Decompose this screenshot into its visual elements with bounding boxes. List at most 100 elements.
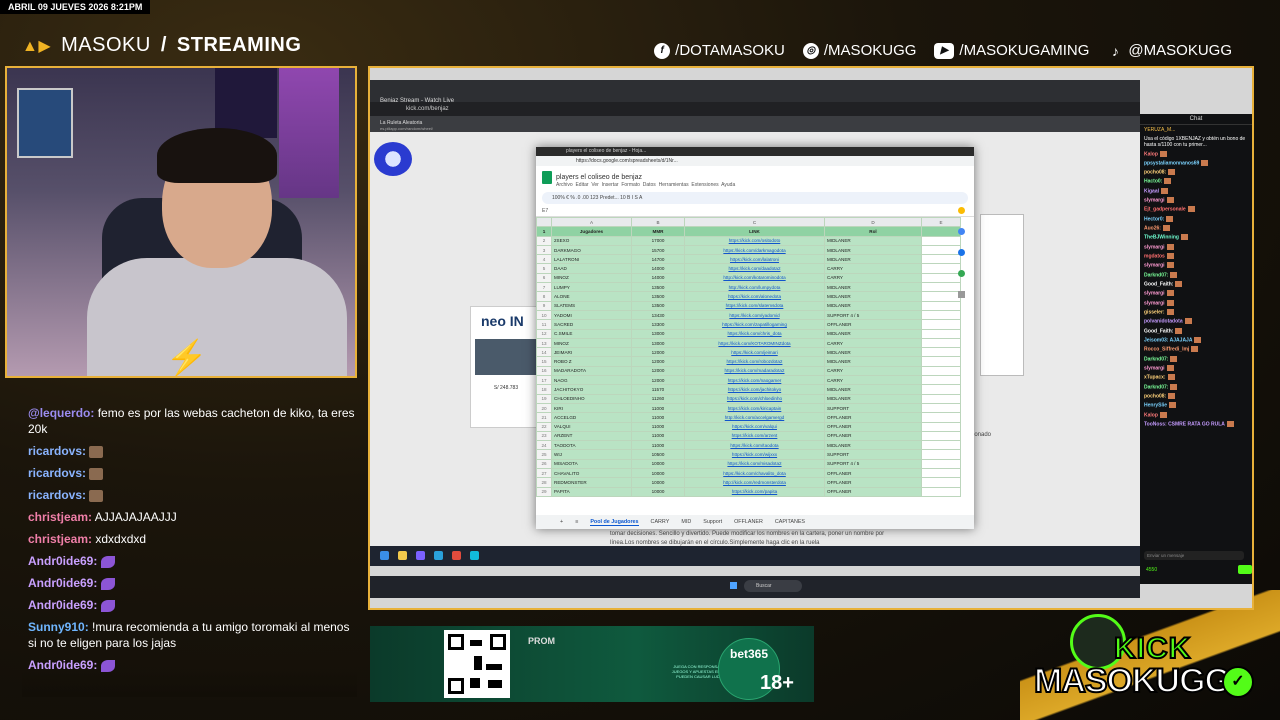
role-cell[interactable]: SUPPORT	[824, 402, 922, 414]
link-cell[interactable]: https://kick.com/jachitokyo	[684, 384, 825, 395]
table-row[interactable]: 18 JACHITOKYO 11570 https://kick.com/jachit…	[536, 384, 961, 395]
mmr-cell[interactable]: 17000	[631, 235, 685, 246]
kick-chat-input[interactable]: Enviar un mensaje	[1144, 551, 1244, 560]
row-number[interactable]: 4	[536, 254, 552, 265]
link-cell[interactable]: https://kick.com/papita	[684, 486, 825, 497]
mmr-cell[interactable]: 13500	[631, 282, 685, 293]
table-row[interactable]: 21 ACCELGD 11000 http://kick.com/accelgamer…	[536, 412, 961, 423]
empty-cell[interactable]	[921, 300, 961, 311]
tab-mid[interactable]: MID	[681, 519, 691, 525]
role-cell[interactable]: MIDLANER	[824, 328, 922, 339]
row-number[interactable]: 11	[536, 319, 552, 330]
table-row[interactable]: 3 DARKMAGO 15700 https://kick.com/darkmagod…	[536, 244, 961, 256]
empty-cell[interactable]	[921, 486, 961, 497]
mmr-cell[interactable]: 14000	[631, 263, 685, 274]
role-cell[interactable]: MIDLANER	[824, 356, 922, 367]
row-number[interactable]: 14	[536, 347, 552, 358]
link-cell[interactable]: https://kick.com/jeimari	[684, 347, 825, 358]
player-cell[interactable]: VALQUI	[551, 421, 632, 432]
kick-chat-username[interactable]: slymargi	[1144, 197, 1165, 203]
kick-chat-username[interactable]: TooNoss: CSMRE RATA GO RULA	[1144, 421, 1225, 427]
kick-chat-username[interactable]: Jeisom03: AJAJAJA	[1144, 337, 1192, 343]
empty-cell[interactable]	[921, 235, 961, 246]
row-number[interactable]: 16	[536, 365, 552, 377]
kick-send-button[interactable]	[1238, 565, 1252, 574]
kick-chat-username[interactable]: Darknd07:	[1144, 356, 1168, 362]
kick-chat-username[interactable]: pocho08:	[1144, 169, 1166, 175]
row-number[interactable]: 27	[536, 467, 552, 479]
link-cell[interactable]: https://kick.com/kiricaptain	[684, 402, 825, 414]
table-row[interactable]: 12 C.SMILE 13000 https://kick.com/chris_dot…	[536, 328, 961, 339]
mmr-cell[interactable]: 10000	[631, 458, 685, 470]
table-row[interactable]: 28 REDMONSTER 10000 http://kick.com/redmons…	[536, 477, 961, 488]
player-cell[interactable]: ARZENT	[551, 430, 632, 442]
table-row[interactable]: 13 MINOZ 13000 https://kick.com/KOTAROMINZd…	[536, 337, 961, 349]
kick-chat-username[interactable]: Hacto0:	[1144, 179, 1162, 185]
empty-cell[interactable]	[921, 477, 961, 488]
role-cell[interactable]: MIDLANER	[824, 393, 922, 404]
link-cell[interactable]: https://kick.com/zapatillogaming	[684, 319, 825, 330]
kick-chat-username[interactable]: Kalop	[1144, 412, 1158, 418]
menu-herramientas[interactable]: Herramientas	[659, 182, 689, 188]
row-number[interactable]: 10	[536, 309, 552, 321]
table-row[interactable]: 9 SLATEMS 13500 https://kick.com/slatemsdot…	[536, 300, 961, 311]
empty-cell[interactable]	[921, 337, 961, 349]
mmr-cell[interactable]: 11000	[631, 421, 685, 432]
role-cell[interactable]: OFFLANER	[824, 430, 922, 442]
taskbar-search[interactable]: Buscar	[744, 580, 802, 592]
row-number[interactable]: 29	[536, 486, 552, 497]
tab-support[interactable]: Support	[703, 519, 722, 525]
keep-icon[interactable]	[958, 207, 965, 214]
link-cell[interactable]: https://kick.com/chavalito_dota	[684, 467, 825, 479]
role-cell[interactable]: SUPPORT 4 / 5	[824, 309, 922, 321]
table-row[interactable]: 20 KIRI 11000 https://kick.com/kiricaptain S…	[536, 402, 961, 414]
kick-chat-username[interactable]: polvanidotadota	[1144, 319, 1183, 325]
menu-editar[interactable]: Editar	[575, 182, 588, 188]
start-icon[interactable]	[380, 551, 389, 560]
table-row[interactable]: 8 ALONE 13500 https://kick.com/alonedota MID…	[536, 291, 961, 302]
link-cell[interactable]: https://kick.com/taodota	[684, 440, 825, 451]
link-cell[interactable]: https://kick.com/slatemsdota	[684, 300, 825, 311]
mmr-cell[interactable]: 10500	[631, 449, 685, 460]
link-cell[interactable]: https://kick.com/misadota2	[684, 458, 825, 470]
empty-cell[interactable]	[921, 328, 961, 339]
row-number[interactable]: 26	[536, 458, 552, 470]
row-number[interactable]: 7	[536, 282, 552, 293]
player-cell[interactable]: WIJ	[551, 449, 632, 460]
link-cell[interactable]: https://kick.com/daadota2	[684, 263, 825, 274]
row-number[interactable]: 13	[536, 337, 552, 349]
discord-icon[interactable]	[416, 551, 425, 560]
empty-cell[interactable]	[921, 356, 961, 367]
link-cell[interactable]: https://kick.com/arzent	[684, 430, 825, 442]
link-cell[interactable]: https://kick.com/valqui	[684, 421, 825, 432]
col-letter[interactable]: E	[921, 216, 961, 228]
empty-cell[interactable]	[921, 309, 961, 321]
link-cell[interactable]: https://kick.com/lalatroni	[684, 254, 825, 265]
link-cell[interactable]: https://kick.com/chris_dota	[684, 328, 825, 339]
row-number[interactable]: 23	[536, 430, 552, 442]
ad-card[interactable]: neo IN S/ 248.783	[470, 306, 542, 428]
role-cell[interactable]: MIDLANER	[824, 291, 922, 302]
role-cell[interactable]: MIDLANER	[824, 384, 922, 395]
empty-cell[interactable]	[921, 226, 961, 237]
mmr-cell[interactable]: 11000	[631, 430, 685, 442]
player-cell[interactable]: PAPITA	[551, 486, 632, 497]
formula-bar[interactable]: E7	[536, 208, 974, 217]
mmr-cell[interactable]: 11570	[631, 384, 685, 395]
mmr-cell[interactable]: 14000	[631, 272, 685, 284]
empty-cell[interactable]	[921, 282, 961, 293]
player-cell[interactable]: LALATRONI	[551, 254, 632, 265]
windows-icon[interactable]	[730, 582, 737, 589]
table-row[interactable]: 29 PAPITA 10000 https://kick.com/papita OFFL…	[536, 486, 961, 497]
table-row[interactable]: 15 ROBO Z 12000 https://kick.com/robozdota2…	[536, 356, 961, 367]
mmr-cell[interactable]: 12000	[631, 375, 685, 386]
kick-chat-username[interactable]: Good_Faith:	[1144, 281, 1173, 287]
kick-chat-username[interactable]: Darknd07:	[1144, 384, 1168, 390]
role-cell[interactable]: OFFLANER	[824, 477, 922, 488]
table-row[interactable]: 14 JEIMARI 12000 https://kick.com/jeimari MI…	[536, 347, 961, 358]
add-sheet-icon[interactable]: +	[560, 519, 563, 525]
table-row[interactable]: 27 CHAVALITO 10000 https://kick.com/chavali…	[536, 467, 961, 479]
kick-chat-username[interactable]: Kigaal	[1144, 188, 1159, 194]
mmr-cell[interactable]: 11000	[631, 412, 685, 423]
table-row[interactable]: 17 NAOG 12000 https://kick.com/naogamer CARR…	[536, 375, 961, 386]
